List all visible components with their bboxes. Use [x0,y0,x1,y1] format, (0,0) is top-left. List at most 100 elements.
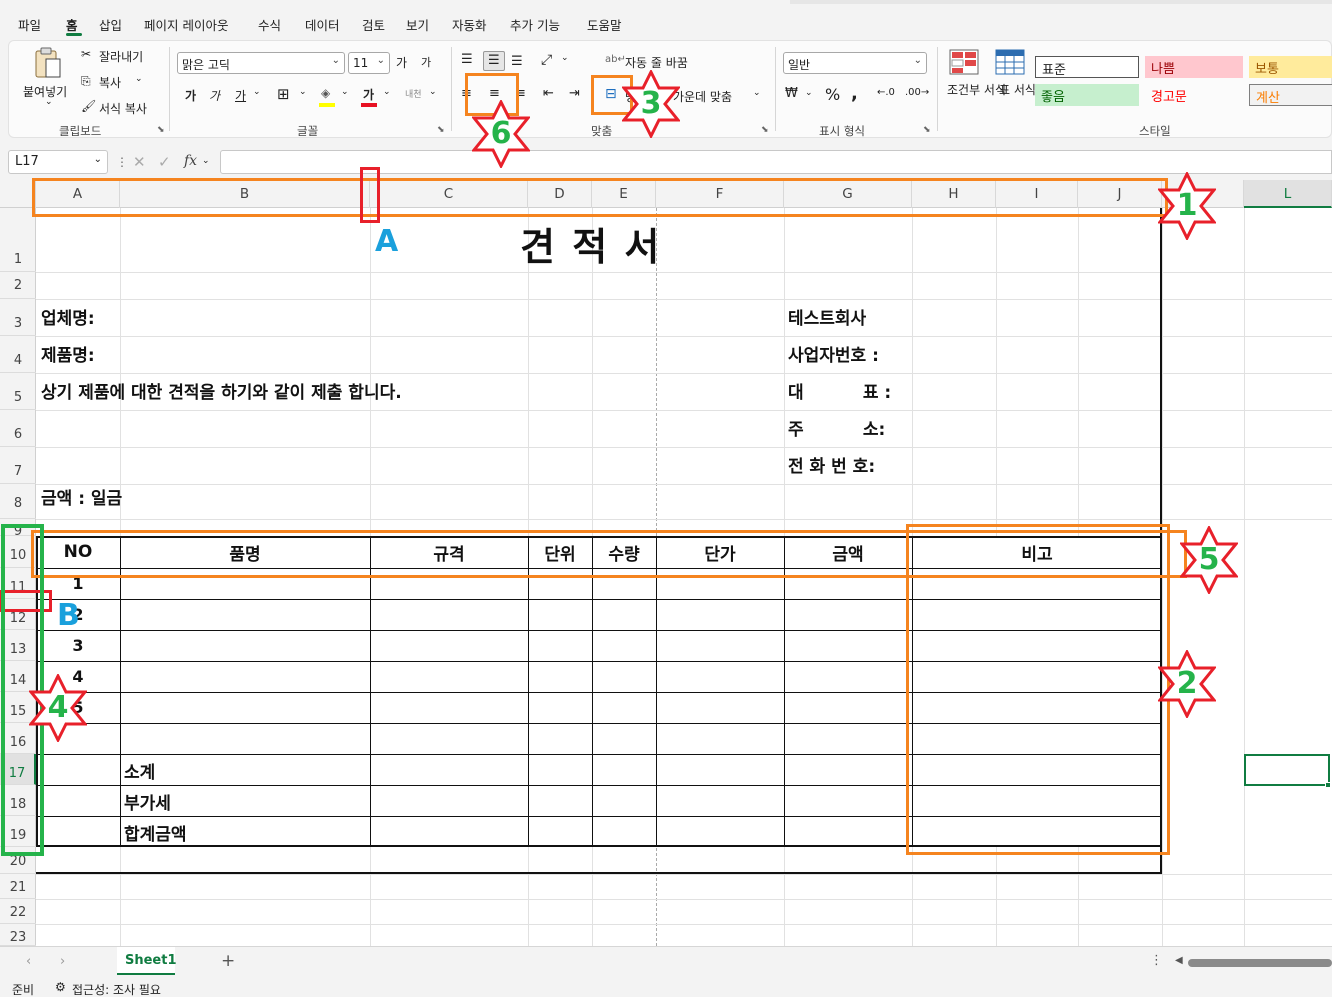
row-header[interactable]: 8 [0,484,36,519]
fill-color-icon[interactable]: ◈ [321,86,330,100]
decrease-decimal-icon[interactable]: .00→ [905,87,929,98]
menu-insert[interactable]: 삽입 [99,15,122,34]
copy-dropdown-icon[interactable]: ⌄ [135,74,143,84]
accounting-dropdown-icon[interactable]: ⌄ [805,88,813,98]
row-header[interactable]: 2 [0,272,36,299]
border-dropdown-icon[interactable]: ⌄ [299,87,307,97]
scroll-left-icon[interactable]: ◀ [1175,955,1183,966]
table-format-button[interactable]: 표 서식 [999,81,1036,98]
fill-dropdown-icon[interactable]: ⌄ [341,87,349,97]
menu-data[interactable]: 데이터 [305,15,340,34]
border-icon[interactable]: ⊞ [277,85,290,103]
underline-button[interactable]: 가 [235,87,246,104]
alignment-launcher-icon[interactable]: ⬊ [761,125,769,135]
comma-icon[interactable]: , [851,83,858,104]
row-header[interactable]: 7 [0,447,36,484]
phonetic-button[interactable]: 내천 [405,87,422,100]
select-all-corner[interactable] [0,180,36,208]
insert-function-icon[interactable]: fx [184,153,197,169]
row-header[interactable]: 3 [0,299,36,336]
menu-home[interactable]: 홈 [66,15,78,34]
menu-view[interactable]: 보기 [406,15,429,34]
accessibility-icon[interactable]: ⚙ [55,980,66,994]
row-header[interactable]: 1 [0,208,36,272]
confirm-icon[interactable]: ✓ [158,153,171,171]
font-color-button[interactable]: 가 [363,86,374,103]
row-header[interactable]: 23 [0,924,36,946]
paste-icon[interactable] [31,47,63,81]
underline-dropdown-icon[interactable]: ⌄ [253,87,261,97]
row-header[interactable]: 6 [0,410,36,447]
paste-dropdown-icon[interactable]: ⌄ [45,97,53,107]
table-format-icon[interactable] [995,49,1025,77]
tab-prev-icon[interactable]: ‹ [26,954,31,969]
orientation-dropdown-icon[interactable]: ⌄ [561,53,569,63]
wrap-text-icon[interactable]: ab↵ [605,54,626,65]
shrink-font-icon[interactable]: 가 [421,54,431,70]
style-calc[interactable]: 계산 [1249,84,1332,106]
menu-formulas[interactable]: 수식 [258,15,281,34]
copy-icon[interactable]: ⎘ [81,74,91,89]
cancel-icon[interactable]: ✕ [133,153,146,171]
percent-icon[interactable]: % [825,85,840,104]
column-header-selected[interactable]: L [1244,180,1332,208]
conditional-format-button[interactable]: 조건부 서식 [947,81,1006,98]
chevron-down-icon[interactable]: ⌄ [202,156,210,166]
add-sheet-button[interactable]: + [221,951,235,971]
format-painter-icon[interactable]: 🖌 [81,99,96,113]
conditional-format-icon[interactable] [949,49,979,77]
row-header[interactable]: 22 [0,899,36,924]
bold-button[interactable]: 가 [185,87,196,104]
decrease-indent-icon[interactable]: ⇤ [543,86,554,101]
merge-dropdown-icon[interactable]: ⌄ [753,88,761,98]
font-launcher-icon[interactable]: ⬊ [437,125,445,135]
style-good[interactable]: 좋음 [1035,84,1139,106]
increase-indent-icon[interactable]: ⇥ [569,86,580,101]
selected-cell[interactable] [1244,754,1330,786]
row-header[interactable]: 21 [0,874,36,899]
row-header[interactable]: 4 [0,336,36,373]
menu-file[interactable]: 파일 [18,15,41,34]
font-size-combo[interactable]: 11 ⌄ [348,52,390,74]
style-warning[interactable]: 경고문 [1145,84,1243,106]
format-painter-button[interactable]: 서식 복사 [99,100,147,117]
name-box[interactable]: L17 ⌄ [8,150,108,174]
wrap-text-button[interactable]: 자동 줄 바꿈 [625,54,688,71]
cut-button[interactable]: 잘라내기 [99,48,143,65]
row-header[interactable]: 5 [0,373,36,410]
align-bottom-icon[interactable]: ☰ [511,54,523,69]
horizontal-scrollbar[interactable] [1188,959,1332,967]
accessibility-status[interactable]: 접근성: 조사 필요 [72,981,161,997]
style-normal[interactable]: 표준 [1035,56,1139,78]
align-middle-button[interactable]: ☰ [483,51,505,71]
increase-decimal-icon[interactable]: ←.0 [877,87,895,98]
sheet-tab-sheet1[interactable]: Sheet1 [117,947,177,975]
more-tabs-icon[interactable]: ⋮ [1150,953,1163,968]
tab-next-icon[interactable]: › [60,954,65,969]
orientation-icon[interactable]: ⤢ [541,52,552,68]
number-launcher-icon[interactable]: ⬊ [923,125,931,135]
grow-font-icon[interactable]: 가 [396,54,407,71]
clipboard-launcher-icon[interactable]: ⬊ [157,125,165,135]
font-name-combo[interactable]: 맑은 고딕 ⌄ [177,52,345,74]
title-strip [790,0,1332,4]
formula-bar: L17 ⌄ ⋮ ✕ ✓ fx ⌄ [0,142,1332,180]
fill-handle[interactable] [1325,782,1331,788]
formula-input[interactable] [220,150,1332,174]
italic-button[interactable]: 가 [209,87,220,104]
copy-button[interactable]: 복사 [99,74,121,91]
menu-help[interactable]: 도움말 [587,15,622,34]
menu-review[interactable]: 검토 [362,15,385,34]
style-bad[interactable]: 나쁨 [1145,56,1243,78]
menu-addins[interactable]: 추가 기능 [510,15,560,34]
accounting-icon[interactable]: ₩ [785,86,798,101]
menu-page-layout[interactable]: 페이지 레이아웃 [144,15,228,34]
font-color-dropdown-icon[interactable]: ⌄ [383,87,391,97]
align-top-icon[interactable]: ☰ [461,52,473,67]
more-options-icon[interactable]: ⋮ [116,155,128,169]
menu-automate[interactable]: 자동화 [452,15,487,34]
cut-icon[interactable]: ✂ [81,47,91,61]
phonetic-dropdown-icon[interactable]: ⌄ [429,87,437,97]
style-neutral[interactable]: 보통 [1249,56,1332,78]
number-format-combo[interactable]: 일반 ⌄ [783,52,927,74]
